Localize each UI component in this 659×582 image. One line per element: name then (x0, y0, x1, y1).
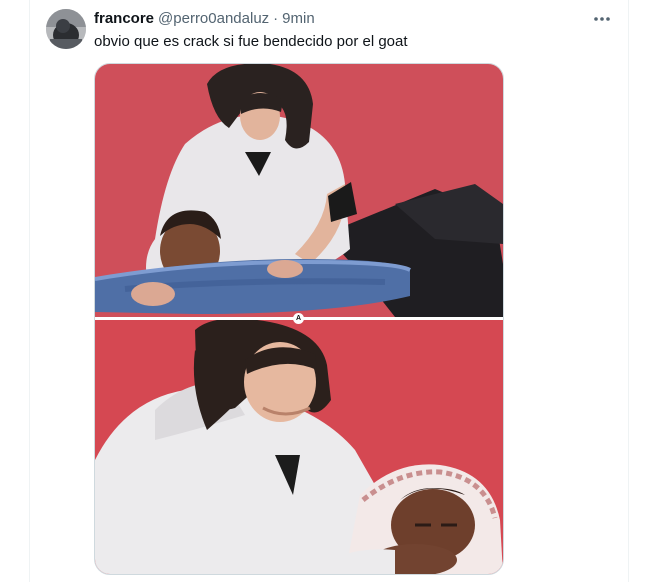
column-border-right (628, 0, 629, 582)
timeline-column: francore @perro0andaluz · 9min obvio que… (0, 0, 659, 582)
more-options-button[interactable] (590, 9, 614, 29)
photo-baby-bath (95, 64, 503, 317)
avatar[interactable] (46, 9, 86, 49)
more-horizontal-icon (594, 17, 610, 21)
separator-dot: · (273, 10, 279, 27)
avatar-image (46, 9, 86, 49)
tweet-header: francore @perro0andaluz · 9min (94, 10, 315, 28)
tweet-card[interactable]: francore @perro0andaluz · 9min obvio que… (30, 0, 628, 582)
timestamp[interactable]: 9min (282, 10, 315, 28)
media-photo-1[interactable] (95, 64, 503, 317)
media-photo-2[interactable] (95, 320, 503, 574)
display-name[interactable]: francore (94, 10, 154, 28)
tweet-media: A (94, 63, 504, 575)
tweet-text: obvio que es crack si fue bendecido por … (94, 33, 408, 50)
user-handle[interactable]: @perro0andaluz (158, 10, 269, 28)
photo-holding-baby (95, 320, 503, 574)
media-watermark: A (293, 313, 304, 324)
